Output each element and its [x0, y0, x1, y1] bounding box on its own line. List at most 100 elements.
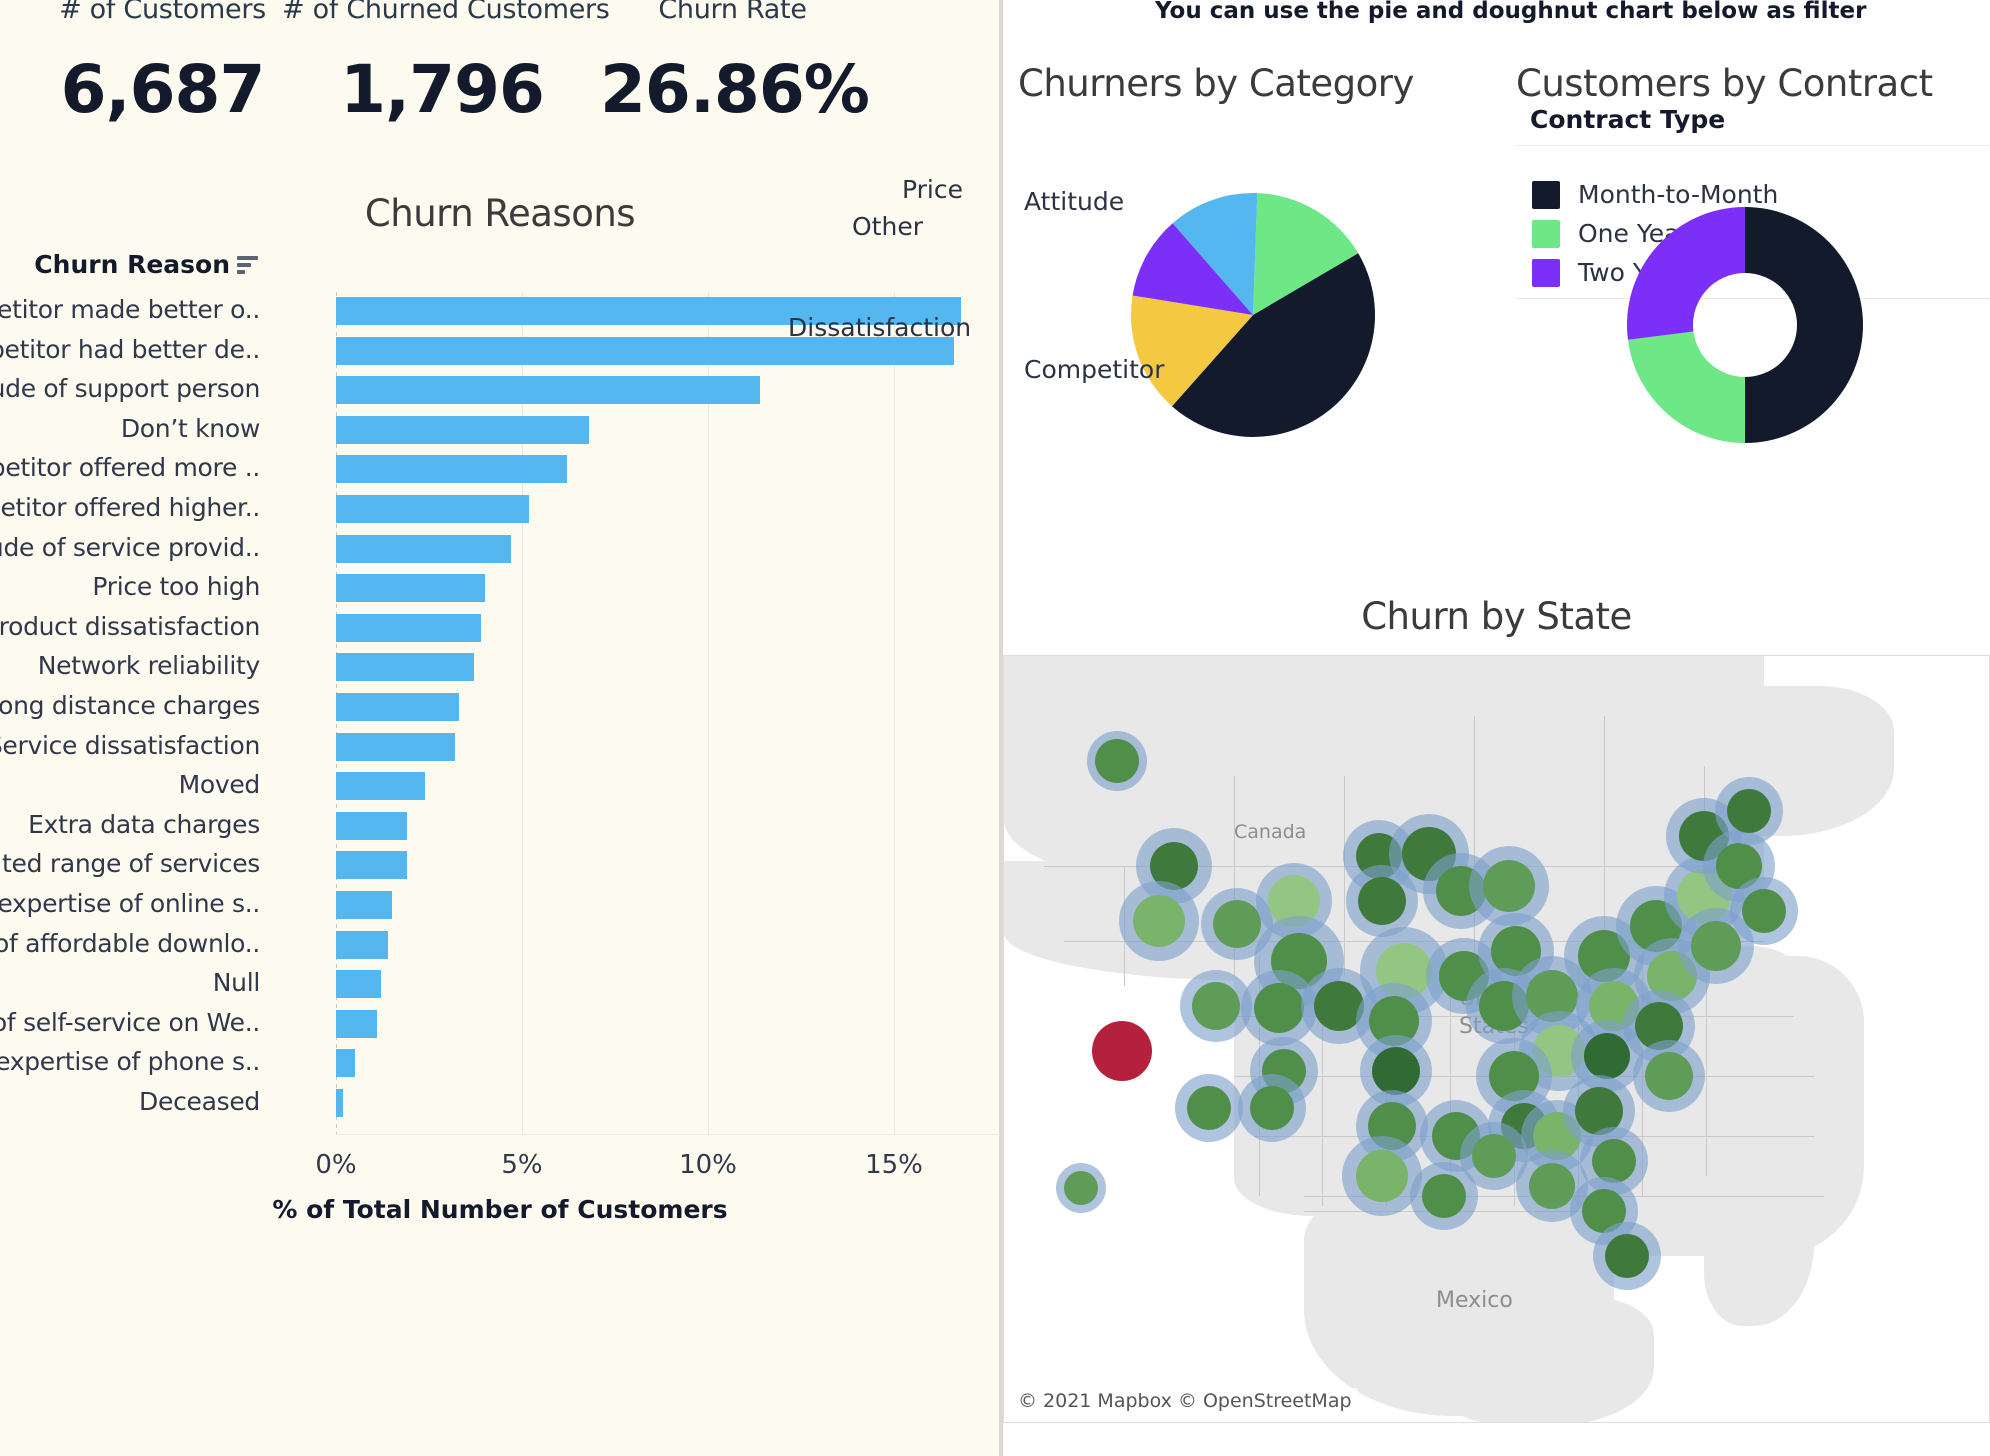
map-bubble[interactable] — [1472, 1134, 1516, 1178]
bar-label[interactable]: Product dissatisfaction — [0, 612, 260, 641]
bar-row[interactable]: Service dissatisfaction — [0, 728, 1000, 768]
donut-slice-month-to-month[interactable] — [1745, 207, 1863, 443]
bar-row[interactable]: Poor expertise of phone s.. — [0, 1044, 1000, 1084]
churn-by-state-map-panel[interactable]: Canada United States © 2021 Mapbox © Ope… — [1003, 655, 1990, 1456]
bar-row[interactable]: Moved — [0, 767, 1000, 807]
donut-slice-two-year[interactable] — [1627, 207, 1745, 340]
churners-by-category-chart[interactable]: Price Attitude Other Dissatisfaction Com… — [788, 50, 1500, 470]
doughnut-svg[interactable] — [1625, 205, 1865, 445]
bar-label[interactable]: Network reliability — [38, 651, 261, 680]
map-bubble[interactable] — [1584, 1033, 1630, 1079]
bar-label[interactable]: Extra data charges — [28, 810, 260, 839]
bar-rect[interactable] — [336, 772, 426, 801]
sort-descending-icon[interactable] — [237, 255, 258, 277]
map-bubble[interactable] — [1372, 1047, 1420, 1095]
bar-rect[interactable] — [336, 851, 407, 880]
bar-rect[interactable] — [336, 534, 511, 563]
map-bubble[interactable] — [1092, 1021, 1152, 1081]
map-bubble[interactable] — [1356, 1150, 1408, 1202]
map-bubble[interactable] — [1742, 889, 1786, 933]
map-bubble[interactable] — [1095, 739, 1139, 783]
map-bubble[interactable] — [1605, 1234, 1649, 1278]
bar-label[interactable]: Deceased — [139, 1087, 260, 1116]
bar-row[interactable]: Null — [0, 965, 1000, 1005]
map-bubble[interactable] — [1691, 921, 1741, 971]
bar-row[interactable]: Deceased — [0, 1084, 1000, 1124]
bar-row[interactable]: Long distance charges — [0, 688, 1000, 728]
map-bubble[interactable] — [1358, 877, 1406, 925]
map-bubble[interactable] — [1187, 1086, 1231, 1130]
donut-slice-one-year[interactable] — [1627, 331, 1745, 443]
bar-label[interactable]: Competitor offered more .. — [0, 453, 260, 482]
bar-row[interactable]: Product dissatisfaction — [0, 609, 1000, 649]
bar-row[interactable]: Lack of affordable downlo.. — [0, 926, 1000, 966]
bar-row[interactable]: Poor expertise of online s.. — [0, 886, 1000, 926]
map-canvas[interactable]: Canada United States © 2021 Mapbox © Ope… — [1003, 655, 1990, 1423]
bar-rect[interactable] — [336, 930, 389, 959]
map-bubble[interactable] — [1192, 982, 1240, 1030]
bar-rect[interactable] — [336, 692, 459, 721]
map-bubble[interactable] — [1645, 1052, 1693, 1100]
map-bubble[interactable] — [1727, 789, 1771, 833]
bar-label[interactable]: Limited range of services — [0, 849, 260, 878]
bar-row[interactable]: Extra data charges — [0, 807, 1000, 847]
bar-rect[interactable] — [336, 653, 474, 682]
bar-rect[interactable] — [336, 890, 392, 919]
bar-label[interactable]: Attitude of service provid.. — [0, 533, 260, 562]
bar-label[interactable]: Competitor made better o.. — [0, 295, 260, 324]
pie-label-attitude: Attitude — [1024, 187, 1125, 216]
map-attribution: © 2021 Mapbox © OpenStreetMap — [1012, 1388, 1358, 1414]
bar-label[interactable]: Null — [213, 968, 261, 997]
customers-by-contract-chart[interactable]: Contract Type Month-to-Month One Year Tw… — [1500, 50, 1990, 470]
bar-label[interactable]: Lack of affordable downlo.. — [0, 929, 260, 958]
churn-reasons-chart[interactable]: Churn Reason Competitor made better o.. C… — [0, 250, 1000, 1250]
pie-svg[interactable] — [1128, 190, 1378, 440]
bar-rect[interactable] — [336, 970, 381, 999]
bar-rect[interactable] — [336, 494, 530, 523]
bar-row[interactable]: Attitude of service provid.. — [0, 530, 1000, 570]
bar-label[interactable]: Poor expertise of online s.. — [0, 889, 260, 918]
bar-label[interactable]: Service dissatisfaction — [0, 731, 260, 760]
bar-row[interactable]: Attitude of support person — [0, 371, 1000, 411]
bar-row[interactable]: Don’t know — [0, 411, 1000, 451]
map-bubble[interactable] — [1422, 1174, 1466, 1218]
kpi-churned-customers: # of Churned Customers 1,796 — [282, 0, 610, 128]
bar-label[interactable]: Moved — [179, 770, 261, 799]
bar-row[interactable]: Lack of self-service on We.. — [0, 1005, 1000, 1045]
map-bubble[interactable] — [1133, 895, 1185, 947]
bar-rect[interactable] — [336, 376, 761, 405]
map-bubble[interactable] — [1064, 1171, 1098, 1205]
map-bubble[interactable] — [1213, 900, 1261, 948]
bar-rect[interactable] — [336, 1009, 377, 1038]
bar-rect[interactable] — [336, 1049, 355, 1078]
bar-rect[interactable] — [336, 1088, 344, 1117]
bar-label[interactable]: Don’t know — [121, 414, 260, 443]
bar-rect[interactable] — [336, 574, 485, 603]
bar-label[interactable]: Long distance charges — [0, 691, 260, 720]
bar-row[interactable]: Limited range of services — [0, 846, 1000, 886]
legend-rule-top — [1516, 145, 1990, 146]
bar-label[interactable]: Poor expertise of phone s.. — [0, 1047, 260, 1076]
churn-reasons-title: Churn Reasons — [364, 192, 636, 235]
bar-row[interactable]: Network reliability — [0, 648, 1000, 688]
bar-rect[interactable] — [336, 613, 482, 642]
bar-label[interactable]: Lack of self-service on We.. — [0, 1008, 260, 1037]
bar-label[interactable]: Competitor offered higher.. — [0, 493, 260, 522]
bar-rect[interactable] — [336, 732, 456, 761]
map-bubble[interactable] — [1529, 1163, 1575, 1209]
bar-rect[interactable] — [336, 415, 589, 444]
bar-rect[interactable] — [336, 455, 567, 484]
map-bubble[interactable] — [1250, 1086, 1294, 1130]
bar-row[interactable]: Competitor offered higher.. — [0, 490, 1000, 530]
legend-swatch-month-to-month — [1532, 180, 1560, 209]
state-border — [1344, 776, 1345, 976]
bar-row[interactable]: Competitor offered more .. — [0, 450, 1000, 490]
bar-row[interactable]: Price too high — [0, 569, 1000, 609]
bar-rect[interactable] — [336, 811, 407, 840]
bar-label[interactable]: Price too high — [92, 572, 260, 601]
map-bubble[interactable] — [1254, 983, 1304, 1033]
churn-reason-column-header[interactable]: Churn Reason — [34, 250, 258, 279]
bar-label[interactable]: Competitor had better de.. — [0, 335, 260, 364]
bar-label[interactable]: Attitude of support person — [0, 374, 260, 403]
map-bubble[interactable] — [1483, 860, 1535, 912]
